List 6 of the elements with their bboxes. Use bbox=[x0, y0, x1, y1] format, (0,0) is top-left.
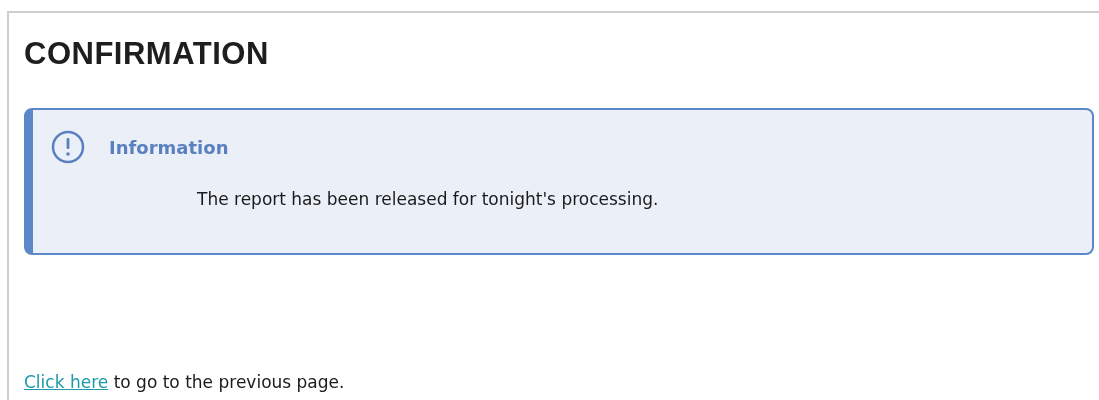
back-sentence: Click here to go to the previous page. bbox=[24, 372, 345, 392]
exclamation-icon bbox=[51, 130, 85, 164]
alert-title: Information bbox=[109, 136, 229, 158]
page-heading: CONFIRMATION bbox=[24, 37, 270, 71]
alert-message: The report has been released for tonight's processing. bbox=[197, 189, 659, 209]
click-here-link[interactable]: Click here bbox=[24, 372, 109, 392]
